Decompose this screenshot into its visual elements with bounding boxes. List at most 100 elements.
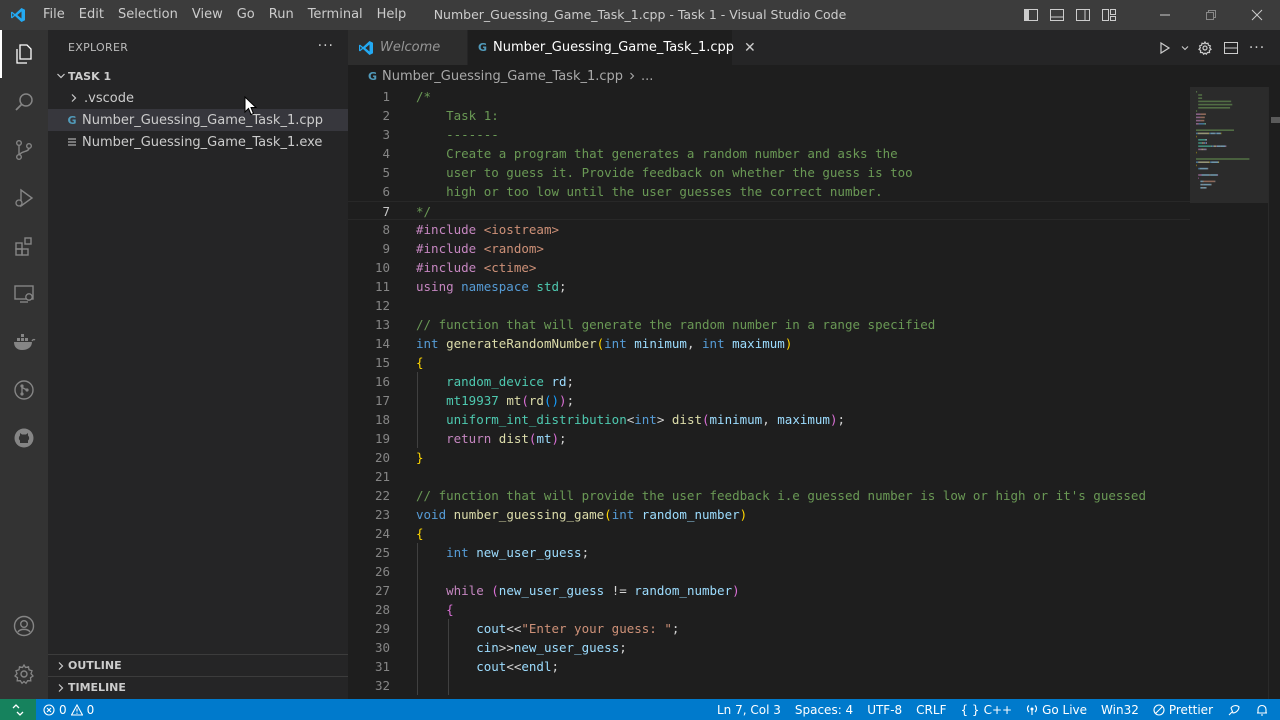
more-actions-icon[interactable]: ··· <box>1244 30 1270 65</box>
code-token: } <box>416 450 424 465</box>
code-line[interactable]: 24 { <box>348 524 1190 543</box>
platform-indicator[interactable]: Win32 <box>1094 699 1146 720</box>
go-live-button[interactable]: Go Live <box>1019 699 1094 720</box>
split-editor-icon[interactable] <box>1218 30 1244 65</box>
code-line[interactable]: 1 /* <box>348 87 1190 106</box>
tree-item-exe-file[interactable]: Number_Guessing_Game_Task_1.exe <box>48 131 348 153</box>
timeline-section[interactable]: TIMELINE <box>48 676 348 698</box>
language-mode[interactable]: { } C++ <box>953 699 1019 720</box>
code-token: cin <box>416 640 499 655</box>
menu-edit[interactable]: Edit <box>72 0 111 30</box>
indentation[interactable]: Spaces: 4 <box>788 699 860 720</box>
toggle-panel-icon[interactable] <box>1044 0 1070 30</box>
tab-cpp-file[interactable]: G Number_Guessing_Game_Task_1.cpp ✕ <box>468 30 756 65</box>
menu-terminal[interactable]: Terminal <box>301 0 370 30</box>
source-control-icon[interactable] <box>0 126 48 174</box>
code-line[interactable]: 2 Task 1: <box>348 106 1190 125</box>
problems-indicator[interactable]: 0 0 <box>36 699 101 720</box>
code-line[interactable]: 17 mt19937 mt(rd()); <box>348 391 1190 410</box>
code-line[interactable]: 28 { <box>348 600 1190 619</box>
cursor-position[interactable]: Ln 7, Col 3 <box>710 699 788 720</box>
code-line[interactable]: 19 return dist(mt); <box>348 429 1190 448</box>
prettier-button[interactable]: Prettier <box>1146 699 1220 720</box>
code-line[interactable]: 11 using namespace std; <box>348 277 1190 296</box>
code-line[interactable]: 27 while (new_user_guess != random_numbe… <box>348 581 1190 600</box>
code-line[interactable]: 8 #include <iostream> <box>348 220 1190 239</box>
code-line[interactable]: 20} <box>348 448 1190 467</box>
code-line[interactable]: 23 void number_guessing_game(int random_n… <box>348 505 1190 524</box>
notifications-bell-icon[interactable] <box>1248 699 1276 720</box>
code-line[interactable]: 21 <box>348 467 1190 486</box>
manage-gear-icon[interactable] <box>0 650 48 698</box>
toggle-secondary-sidebar-icon[interactable] <box>1070 0 1096 30</box>
tree-item-vscode-folder[interactable]: .vscode <box>48 87 348 109</box>
code-line[interactable]: 5 user to guess it. Provide feedback on … <box>348 163 1190 182</box>
outline-section[interactable]: OUTLINE <box>48 654 348 676</box>
code-line[interactable]: 26 <box>348 562 1190 581</box>
code-line[interactable]: 10 #include <ctime> <box>348 258 1190 277</box>
restore-icon[interactable] <box>1188 0 1234 30</box>
remote-indicator-icon[interactable] <box>0 699 36 720</box>
menu-go[interactable]: Go <box>230 0 262 30</box>
accounts-icon[interactable] <box>0 602 48 650</box>
breadcrumb-file[interactable]: Number_Guessing_Game_Task_1.cpp <box>382 69 623 84</box>
run-debug-icon[interactable] <box>0 174 48 222</box>
code-line[interactable]: 4 Create a program that generates a rand… <box>348 144 1190 163</box>
customize-layout-icon[interactable] <box>1096 0 1122 30</box>
code-line[interactable]: 12 <box>348 296 1190 315</box>
vertical-scrollbar[interactable] <box>1268 87 1280 699</box>
minimize-icon[interactable] <box>1142 0 1188 30</box>
settings-gear-icon[interactable] <box>1192 30 1218 65</box>
code-line[interactable]: 9 #include <random> <box>348 239 1190 258</box>
code-token: /* <box>416 89 432 104</box>
run-dropdown-chevron-icon[interactable] <box>1178 30 1192 65</box>
tab-welcome[interactable]: Welcome <box>348 30 468 65</box>
search-icon[interactable] <box>0 78 48 126</box>
code-line[interactable]: 3 ------- <box>348 125 1190 144</box>
close-tab-icon[interactable]: ✕ <box>744 40 756 56</box>
code-line[interactable]: 22 // function that will provide the user… <box>348 486 1190 505</box>
code-line[interactable]: 14 int generateRandomNumber(int minimum, … <box>348 334 1190 353</box>
code-token: dist <box>498 431 529 446</box>
breadcrumb-symbol[interactable]: ... <box>641 69 653 84</box>
end-of-line[interactable]: CRLF <box>909 699 953 720</box>
encoding[interactable]: UTF-8 <box>860 699 909 720</box>
code-line[interactable]: 31 cout<<endl; <box>348 657 1190 676</box>
code-line[interactable]: 6 high or too low until the user guesses… <box>348 182 1190 201</box>
minimap[interactable] <box>1190 87 1268 699</box>
code-line[interactable]: 30 cin>>new_user_guess; <box>348 638 1190 657</box>
code-line[interactable]: 32 <box>348 676 1190 695</box>
menu-file[interactable]: File <box>36 0 72 30</box>
run-file-icon[interactable] <box>1152 30 1178 65</box>
code-token: // function that will generate the rando… <box>416 317 936 332</box>
activity-bar <box>0 30 48 699</box>
folder-section-task1[interactable]: TASK 1 <box>48 65 348 87</box>
feedback-icon[interactable] <box>1220 699 1248 720</box>
github-icon[interactable] <box>0 414 48 462</box>
tree-item-cpp-file[interactable]: G Number_Guessing_Game_Task_1.cpp <box>48 109 348 131</box>
minimap-line <box>1196 158 1250 160</box>
code-line[interactable]: 16 random_device rd; <box>348 372 1190 391</box>
minimap-line <box>1204 142 1206 144</box>
menu-view[interactable]: View <box>185 0 230 30</box>
docker-icon[interactable] <box>0 318 48 366</box>
code-line[interactable]: 18 uniform_int_distribution<int> dist(mi… <box>348 410 1190 429</box>
git-graph-icon[interactable] <box>0 366 48 414</box>
toggle-primary-sidebar-icon[interactable] <box>1018 0 1044 30</box>
menu-help[interactable]: Help <box>370 0 414 30</box>
scrollbar-thumb[interactable] <box>1271 117 1280 123</box>
more-actions-icon[interactable]: ··· <box>318 38 334 54</box>
code-line[interactable]: 13 // function that will generate the ran… <box>348 315 1190 334</box>
close-window-icon[interactable] <box>1234 0 1280 30</box>
menu-selection[interactable]: Selection <box>111 0 185 30</box>
explorer-icon[interactable] <box>0 30 48 78</box>
code-line[interactable]: 15 { <box>348 353 1190 372</box>
code-line[interactable]: 25 int new_user_guess; <box>348 543 1190 562</box>
remote-explorer-icon[interactable] <box>0 270 48 318</box>
extensions-icon[interactable] <box>0 222 48 270</box>
code-line[interactable]: 29 cout<<"Enter your guess: "; <box>348 619 1190 638</box>
minimap-line <box>1196 113 1201 115</box>
code-editor[interactable]: 1/* 2 Task 1: 3 ------- 4 Create a program … <box>348 87 1190 699</box>
menu-run[interactable]: Run <box>262 0 301 30</box>
code-line[interactable]: 7 */ <box>348 201 1190 220</box>
